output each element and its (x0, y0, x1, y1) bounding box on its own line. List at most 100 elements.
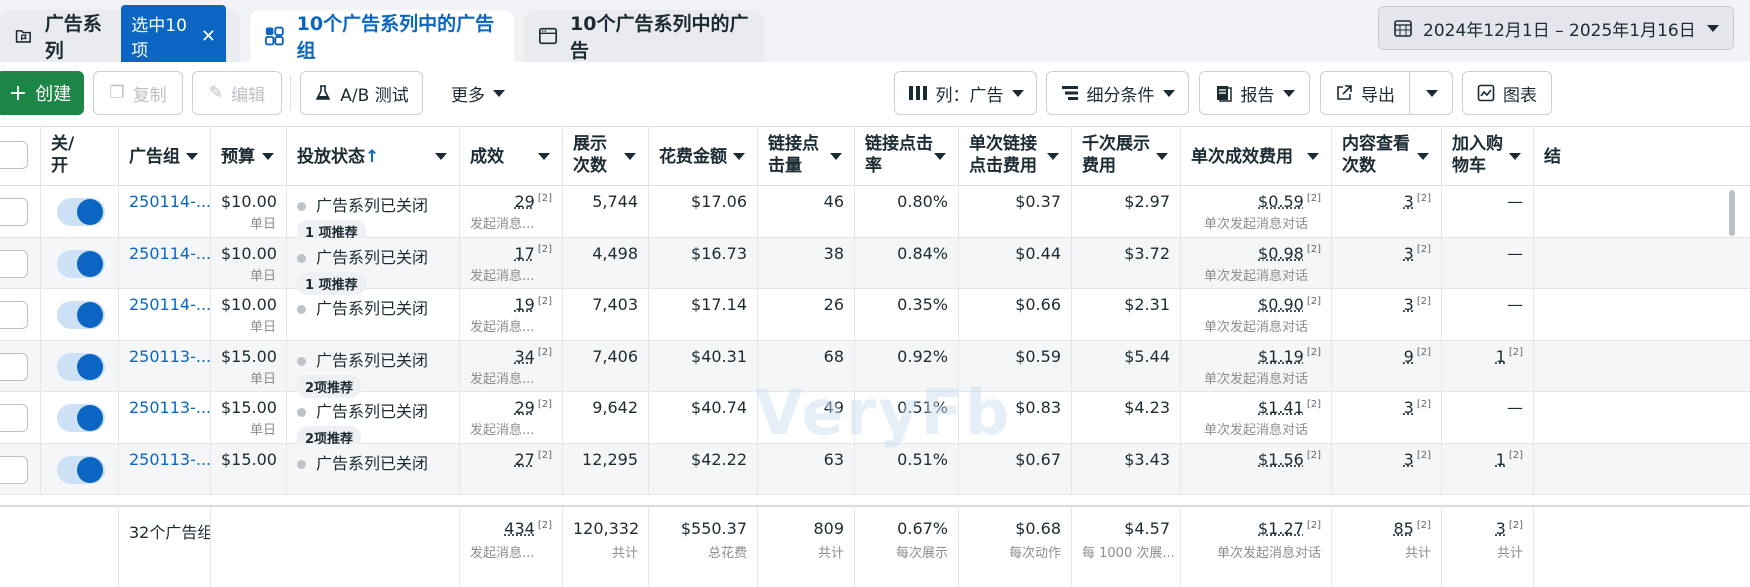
footer-results-value[interactable]: 434 (504, 519, 535, 538)
on-off-toggle[interactable] (57, 198, 105, 226)
header-add-to-cart[interactable]: 加入购 物车 (1442, 127, 1534, 187)
on-off-toggle[interactable] (57, 352, 105, 381)
header-select-all[interactable] (0, 127, 41, 187)
header-ctr[interactable]: 链接点击 率 (855, 127, 959, 187)
tab-ads[interactable]: 10个广告系列中的广告 (524, 10, 764, 62)
row-checkbox[interactable] (0, 455, 28, 484)
header-spend[interactable]: 花费金额 (649, 127, 758, 187)
adset-name-link[interactable]: 250113-... (129, 398, 211, 417)
duplicate-button-label: 复制 (132, 85, 167, 106)
header-results[interactable]: 成效 (460, 127, 563, 187)
views-value[interactable]: 9 (1404, 347, 1414, 366)
cell-cpc: $0.37 (959, 186, 1072, 237)
row-checkbox[interactable] (0, 352, 28, 381)
row-select[interactable] (0, 392, 41, 443)
table-row[interactable]: 250114-... $10.00 单日 广告系列已关闭 1 项推荐 17 [2] 发起消息.… (0, 237, 1750, 295)
header-content-views[interactable]: 内容查看 次数 (1332, 127, 1442, 187)
status-dot (297, 253, 306, 263)
table-row[interactable]: 250114-... $10.00 单日 广告系列已关闭 1 项推荐 29 [2] 发起消息.… (0, 186, 1750, 243)
columns-button[interactable]: 列：广告 (894, 71, 1037, 115)
cpm-value: $3.43 (1124, 449, 1170, 469)
on-off-toggle[interactable] (57, 455, 105, 484)
adset-name-link[interactable]: 250113-... (129, 347, 211, 366)
header-link-clicks[interactable]: 链接点 击量 (758, 127, 855, 187)
views-value[interactable]: 3 (1404, 398, 1414, 417)
results-value[interactable]: 29 (514, 398, 534, 417)
header-cpm[interactable]: 千次展示 费用 (1072, 127, 1181, 187)
table-row[interactable]: 250114-... $10.00 单日 广告系列已关闭 19 [2] 发起消息... 7,4… (0, 289, 1750, 341)
cpr-value[interactable]: $1.41 (1258, 398, 1304, 417)
cpr-value[interactable]: $1.19 (1258, 347, 1304, 366)
results-value[interactable]: 19 (514, 295, 534, 314)
tab-campaigns[interactable]: 广告系列 选中10项 ✕ (0, 5, 240, 67)
header-truncated[interactable]: 结 (1534, 127, 1750, 187)
row-select[interactable] (0, 186, 41, 237)
date-range-picker[interactable]: 2024年12月1日 – 2025年1月16日 (1378, 6, 1734, 50)
header-budget[interactable]: 预算 (211, 127, 287, 187)
header-cpc[interactable]: 单次链接 点击费用 (959, 127, 1072, 187)
adset-name-link[interactable]: 250113-... (129, 450, 211, 469)
results-value[interactable]: 29 (514, 192, 534, 211)
cell-clicks: 38 (758, 237, 855, 289)
more-button[interactable]: 更多 (438, 71, 518, 115)
on-off-toggle[interactable] (57, 301, 105, 329)
cpr-value[interactable]: $0.98 (1258, 244, 1304, 263)
tab-adsets[interactable]: 10个广告系列中的广告组 (250, 10, 514, 62)
cpr-value[interactable]: $1.56 (1258, 450, 1304, 469)
row-select[interactable] (0, 443, 41, 495)
on-off-toggle[interactable] (57, 249, 105, 278)
row-select[interactable] (0, 237, 41, 289)
results-value[interactable]: 34 (514, 347, 534, 366)
cart-value[interactable]: 1 (1496, 347, 1506, 366)
row-checkbox[interactable] (0, 249, 28, 278)
status-dot (297, 356, 306, 366)
footer-cart-value[interactable]: 3 (1496, 519, 1506, 538)
edit-button[interactable]: ✎ 编辑 (192, 71, 282, 115)
views-value[interactable]: 3 (1404, 192, 1414, 211)
footer-spend-value: $550.37 (680, 519, 747, 538)
adset-name-link[interactable]: 250114-... (129, 295, 211, 314)
row-select[interactable] (0, 289, 41, 340)
chevron-down-icon (1047, 153, 1059, 160)
views-value[interactable]: 3 (1404, 244, 1414, 263)
row-checkbox[interactable] (0, 301, 28, 329)
charts-button[interactable]: 图表 (1462, 71, 1552, 115)
duplicate-button[interactable]: ❐ 复制 (93, 71, 183, 115)
reports-button[interactable]: 报告 (1199, 71, 1310, 115)
ctr-value: 0.51% (897, 449, 948, 469)
views-value[interactable]: 3 (1404, 295, 1414, 314)
on-off-toggle[interactable] (57, 404, 105, 432)
results-value[interactable]: 27 (514, 450, 534, 469)
table-row[interactable]: 250113-... $15.00 广告系列已关闭 27 [2] 12,295 $42.22… (0, 443, 1750, 495)
scrollbar-thumb[interactable] (1729, 190, 1735, 236)
row-checkbox[interactable] (0, 404, 28, 432)
header-cost-per-result[interactable]: 单次成效费用 (1181, 127, 1332, 187)
select-all-checkbox[interactable] (0, 141, 28, 169)
results-value[interactable]: 17 (514, 244, 534, 263)
chevron-down-icon[interactable] (1426, 90, 1438, 97)
cpr-value[interactable]: $0.59 (1258, 192, 1304, 211)
header-adset[interactable]: 广告组 (119, 127, 211, 187)
clear-selection-icon[interactable]: ✕ (201, 26, 216, 47)
create-button[interactable]: + 创建 (0, 71, 84, 115)
export-button[interactable]: 导出 (1320, 71, 1453, 115)
row-checkbox[interactable] (0, 198, 28, 226)
breakdown-button[interactable]: 细分条件 (1046, 71, 1189, 115)
selected-chip[interactable]: 选中10项 ✕ (121, 5, 226, 67)
table-row[interactable]: 250113-... $15.00 单日 广告系列已关闭 2项推荐 29 [2] 发起消息..… (0, 392, 1750, 449)
toggle-knob (77, 250, 103, 277)
footer-results-type: 发起消息... (470, 546, 535, 561)
footer-views-value[interactable]: 85 (1393, 519, 1413, 538)
ab-test-button[interactable]: A/B 测试 (300, 71, 423, 115)
table-row[interactable]: 250113-... $15.00 单日 广告系列已关闭 2项推荐 34 [2] 发起消息..… (0, 340, 1750, 398)
cpr-value[interactable]: $0.90 (1258, 295, 1304, 314)
vertical-scrollbar[interactable] (1726, 190, 1738, 500)
adset-name-link[interactable]: 250114-... (129, 192, 211, 211)
cart-value[interactable]: 1 (1496, 450, 1506, 469)
footer-cpr-value[interactable]: $1.27 (1258, 519, 1304, 538)
row-select[interactable] (0, 340, 41, 392)
views-value[interactable]: 3 (1404, 450, 1414, 469)
header-delivery[interactable]: 投放状态 ↑ (287, 127, 460, 187)
header-impressions[interactable]: 展示 次数 (563, 127, 649, 187)
adset-name-link[interactable]: 250114-... (129, 244, 211, 263)
